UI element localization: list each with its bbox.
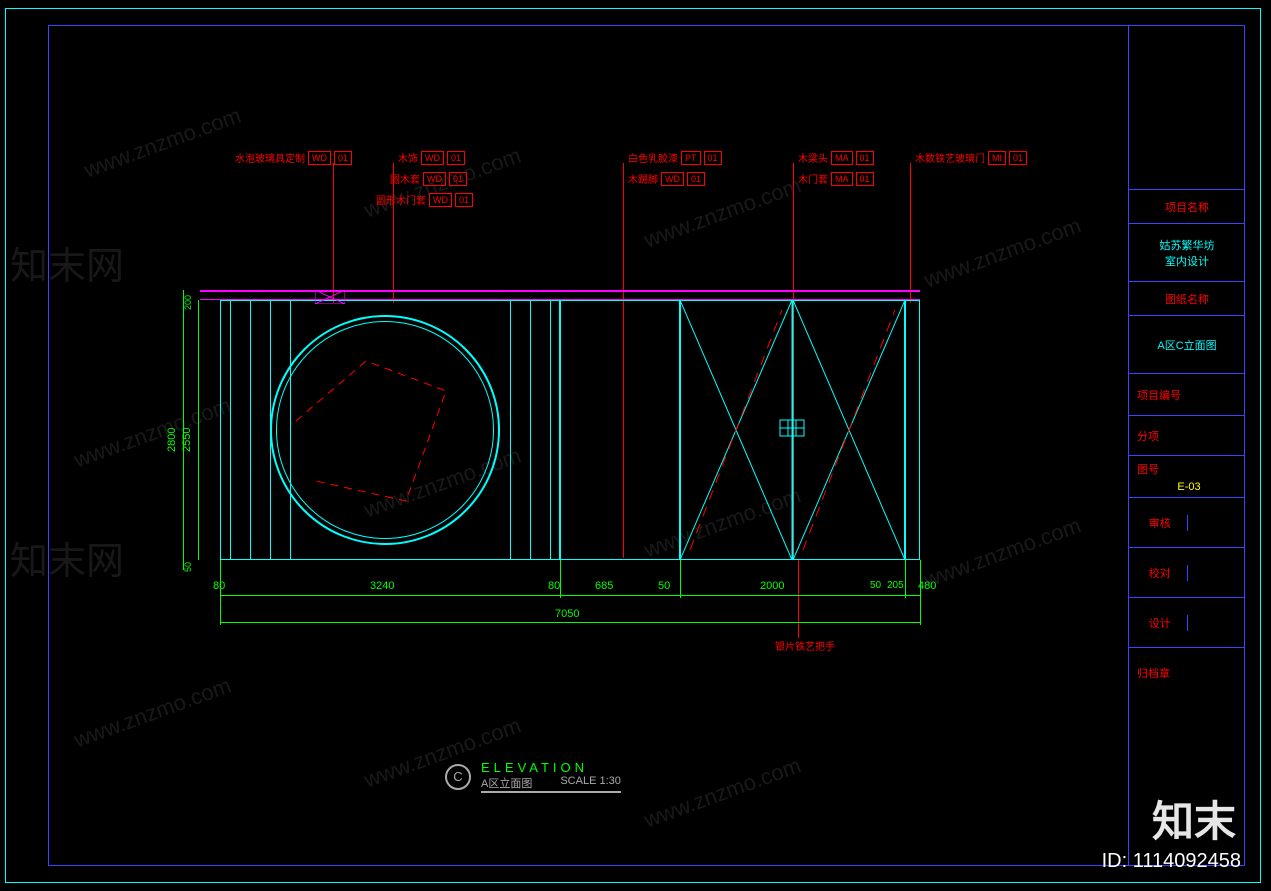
dim-ext-5 [920, 560, 921, 625]
tb-check-label: 校对 [1133, 565, 1188, 581]
callout-9-c1: MI [988, 151, 1006, 165]
callout-3-c1: WD [423, 172, 446, 186]
dim-200: 200 [183, 295, 193, 310]
callout-7-c2: 01 [856, 151, 874, 165]
leader-1 [333, 163, 334, 303]
callout-6-c1: WD [661, 172, 684, 186]
dh5: 50 [658, 580, 670, 592]
drawing-title: C ELEVATION A区立面图 SCALE 1:30 [445, 760, 621, 793]
tb-subproject-label: 分项 [1129, 416, 1245, 456]
dh7: 50 [870, 580, 881, 591]
dim-ext-3 [680, 560, 681, 598]
callout-5-c1: PT [681, 151, 701, 165]
callout-1-code1: WD [308, 151, 331, 165]
callout-6: 木踢脚 WD 01 [628, 171, 705, 186]
callout-5-label: 白色乳胶漆 [628, 150, 678, 165]
callout-2: 木饰 WD 01 [398, 150, 465, 165]
callout-5-c2: 01 [704, 151, 722, 165]
dh6: 2000 [760, 580, 784, 592]
tb-design-label: 设计 [1133, 615, 1188, 631]
callout-1-code2: 01 [334, 151, 352, 165]
callout-6-c2: 01 [687, 172, 705, 186]
ceiling-trim [200, 290, 920, 300]
callout-1-label: 水泡玻璃具定制 [235, 150, 305, 165]
dh-total: 7050 [555, 608, 579, 620]
tb-sheetno-value: E-03 [1177, 481, 1200, 493]
callout-7-c1: MA [831, 151, 853, 165]
fixture-detail [315, 290, 345, 304]
dim-2550: 2550 [181, 428, 193, 452]
elevation-drawing [200, 290, 920, 590]
callout-7: 木梁头 MA 01 [798, 150, 874, 165]
callout-4-c1: WD [429, 193, 452, 207]
brand-watermark: 知末 [1152, 788, 1236, 849]
tb-drawing-name-label: 图纸名称 [1129, 282, 1245, 316]
tb-project-line1: 姑苏繁华坊 [1160, 237, 1215, 253]
callout-2-c1: WD [421, 151, 444, 165]
tb-review-label: 审核 [1133, 515, 1188, 531]
dim-50: 50 [183, 562, 193, 572]
tb-drawing-name: A区C立面图 [1129, 316, 1245, 374]
right-column [905, 300, 920, 560]
tb-project-name: 姑苏繁华坊 室内设计 [1129, 224, 1245, 282]
title-scale: SCALE 1:30 [560, 775, 621, 791]
tb-project-name-label: 项目名称 [1129, 190, 1245, 224]
dim-ext-4 [905, 560, 906, 598]
tb-archive: 归档章 [1129, 648, 1245, 698]
tb-check: 校对 [1129, 548, 1245, 598]
callout-4: 圆形木门套 WD 01 [376, 192, 473, 207]
leader-9 [910, 163, 911, 303]
title-cn: A区立面图 [481, 775, 532, 791]
glass-doors-svg [680, 300, 905, 560]
callout-7-label: 木梁头 [798, 150, 828, 165]
callout-4-c2: 01 [455, 193, 473, 207]
callout-2-label: 木饰 [398, 150, 418, 165]
callout-6-label: 木踢脚 [628, 171, 658, 186]
section-marker: C [445, 764, 471, 790]
tb-sheetno: 图号 E-03 [1129, 456, 1245, 498]
callout-8: 木门套 MA 01 [798, 171, 874, 186]
tb-design: 设计 [1129, 598, 1245, 648]
callout-2-c2: 01 [447, 151, 465, 165]
title-en: ELEVATION [481, 760, 621, 775]
dim-ext-1 [220, 560, 221, 625]
callout-8-c1: MA [831, 172, 853, 186]
tb-review: 审核 [1129, 498, 1245, 548]
callout-5: 白色乳胶漆 PT 01 [628, 150, 722, 165]
tb-project-line2: 室内设计 [1165, 253, 1209, 269]
dh4: 685 [595, 580, 613, 592]
callout-1: 水泡玻璃具定制 WD 01 [235, 150, 352, 165]
callout-3-label: 圆木套 [390, 171, 420, 186]
dim-2800: 2800 [166, 428, 178, 452]
callout-10: 银片铁艺把手 [775, 638, 835, 653]
callout-8-label: 木门套 [798, 171, 828, 186]
callout-4-label: 圆形木门套 [376, 192, 426, 207]
callout-3-c2: 01 [449, 172, 467, 186]
dim-v-inner [198, 300, 199, 560]
callout-9: 木数铁艺玻璃门 MI 01 [915, 150, 1027, 165]
dh8: 205 [887, 580, 904, 591]
dim-ext-2 [560, 560, 561, 598]
callout-10-label: 银片铁艺把手 [775, 638, 835, 653]
callout-8-c2: 01 [856, 172, 874, 186]
mid-wall [560, 300, 680, 560]
callout-9-c2: 01 [1009, 151, 1027, 165]
dim-row1 [220, 595, 920, 596]
image-id: ID: 1114092458 [1102, 850, 1241, 873]
tb-projectno-label: 项目编号 [1129, 374, 1245, 416]
callout-3: 圆木套 WD 01 [390, 171, 467, 186]
dim-row-total [220, 622, 920, 623]
dh2: 3240 [370, 580, 394, 592]
callout-9-label: 木数铁艺玻璃门 [915, 150, 985, 165]
dh3: 80 [548, 580, 560, 592]
tb-sheetno-label: 图号 [1137, 461, 1159, 477]
circle-sketch [276, 321, 494, 539]
title-block: 项目名称 姑苏繁华坊 室内设计 图纸名称 A区C立面图 项目编号 分项 图号 E… [1128, 25, 1245, 866]
